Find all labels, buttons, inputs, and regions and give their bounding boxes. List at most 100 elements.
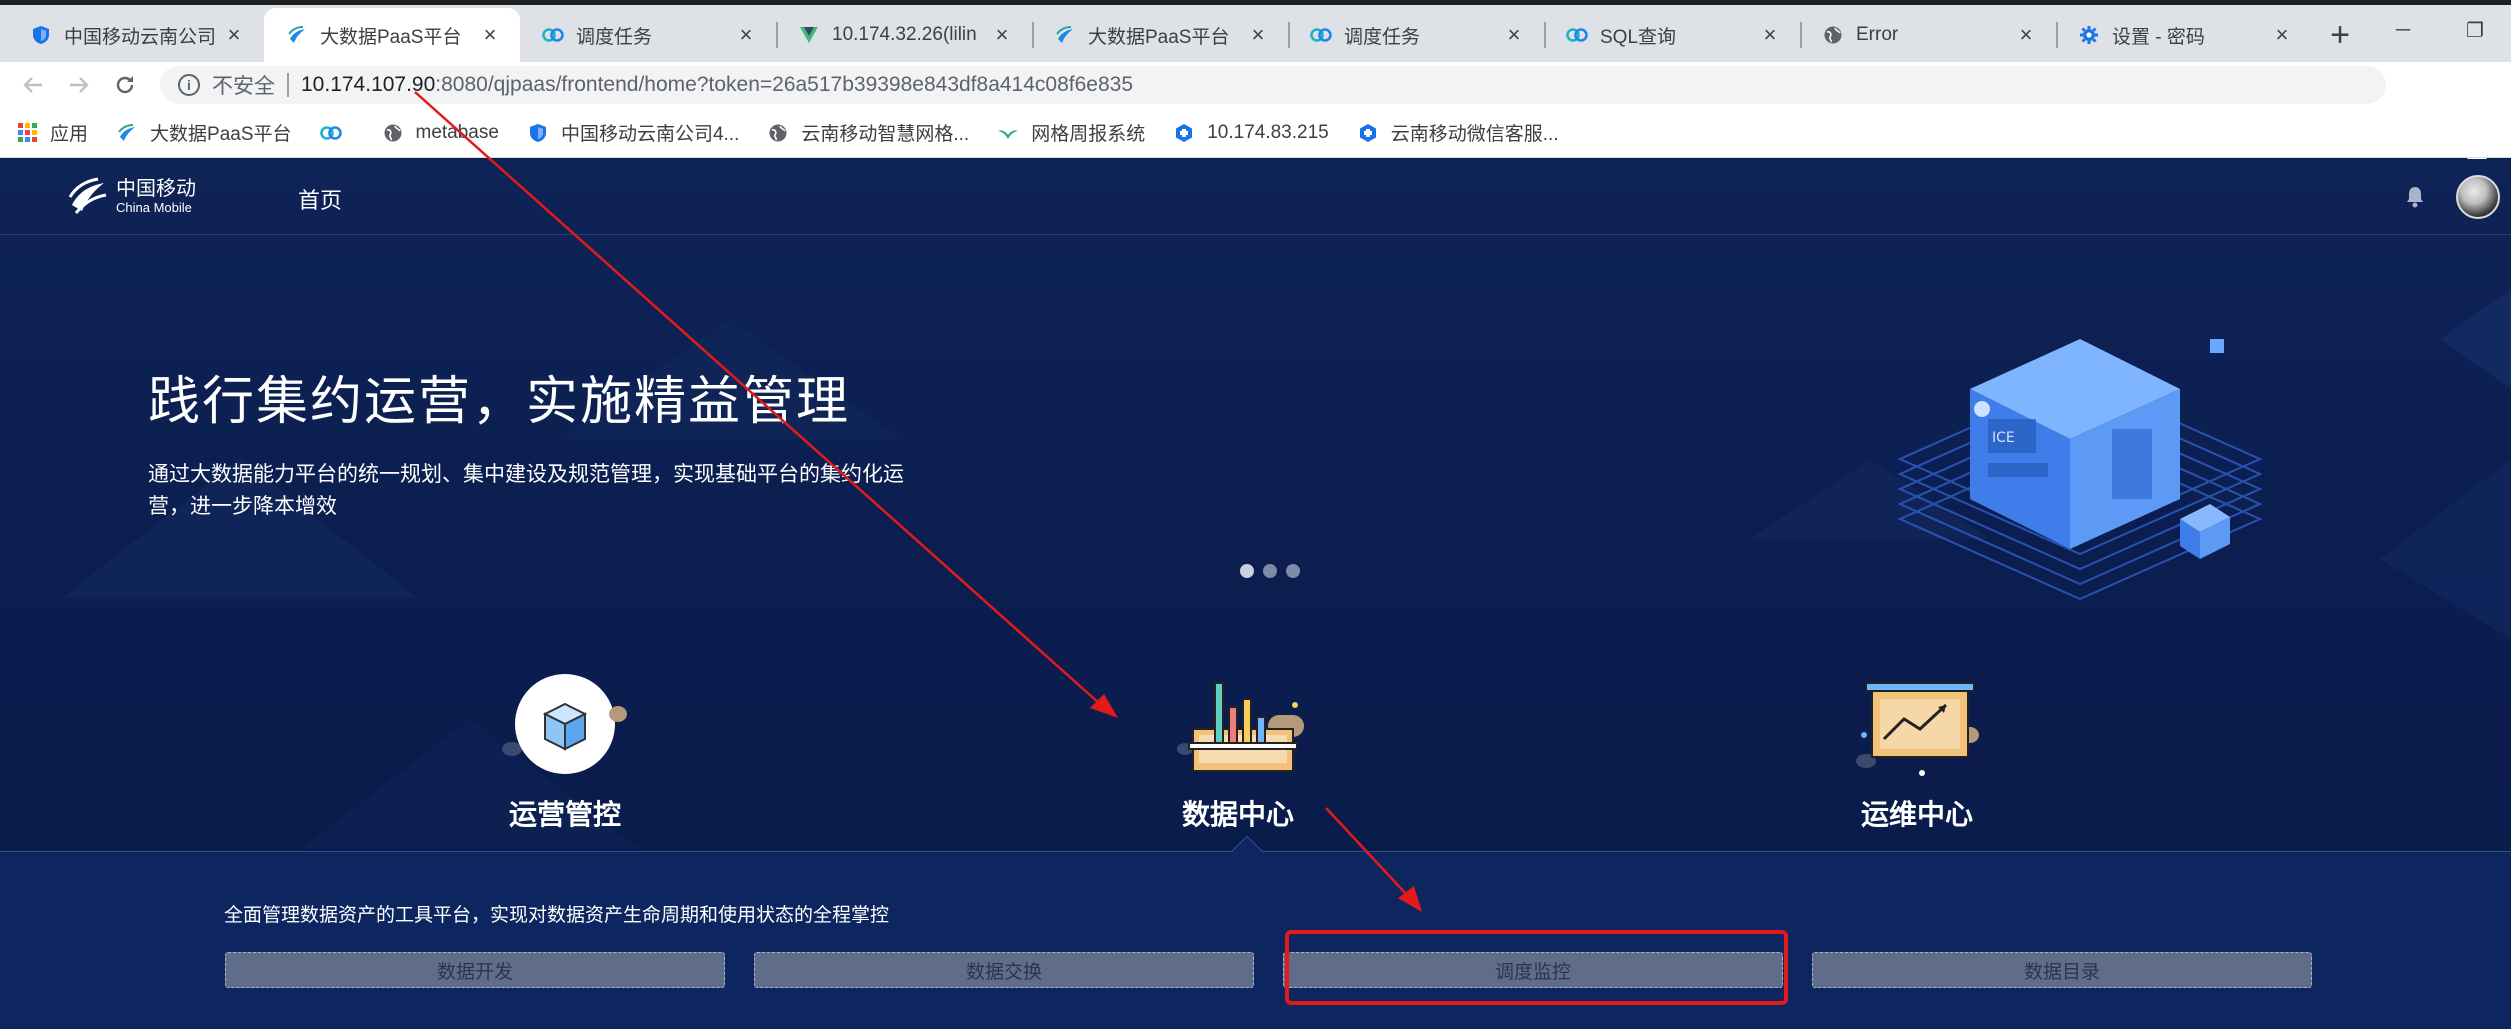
logo-chinese-text: 中国移动	[116, 178, 196, 200]
close-icon[interactable]: ×	[1246, 22, 1270, 47]
apps-grid-icon	[16, 122, 38, 144]
feature-detail-panel: 全面管理数据资产的工具平台，实现对数据资产生命周期和使用状态的全程掌控 数据开发…	[0, 835, 2511, 1029]
bookmark-label: metabase	[415, 121, 499, 143]
url-path: :8080/qjpaas/frontend/home?token=26a517b…	[435, 73, 1134, 96]
new-tab-button[interactable]: +	[2312, 8, 2368, 62]
hero-description-line-1: 通过大数据能力平台的统一规划、集中建设及规范管理，实现基础平台的集约化运	[148, 463, 904, 486]
restore-button[interactable]: ❐	[2439, 5, 2511, 55]
tab-title: 大数据PaaS平台	[320, 26, 462, 48]
security-label: 不安全	[212, 75, 275, 98]
browser-tab[interactable]: SQL查询 ×	[1544, 8, 1800, 62]
data-catalog-button[interactable]: 数据目录	[1812, 952, 2312, 988]
link-icon	[1310, 24, 1332, 46]
notification-bell-icon[interactable]	[2404, 185, 2426, 209]
tab-title: 设置 - 密码	[2112, 26, 2205, 48]
back-button[interactable]	[10, 62, 56, 108]
forward-arrow-icon	[70, 77, 89, 93]
leaf-icon	[997, 122, 1019, 144]
svg-text:ICE: ICE	[1992, 430, 2015, 446]
bookmark-item[interactable]: 云南移动微信客服...	[1357, 119, 1559, 146]
shield-icon	[30, 24, 52, 46]
bookmark-item[interactable]: 应用	[16, 119, 88, 146]
bookmark-item[interactable]: 大数据PaaS平台	[116, 119, 292, 146]
globe-icon	[1822, 24, 1844, 46]
carousel-dot[interactable]	[1240, 564, 1254, 578]
feature-data-center[interactable]: 数据中心	[1138, 669, 1338, 833]
hex-icon	[1173, 122, 1195, 144]
schedule-monitor-button[interactable]: 调度监控	[1283, 952, 1783, 988]
app-page: 中国移动 China Mobile 首页 践行集约运营，实施精益管理 通过大数据…	[0, 159, 2511, 1029]
feature-label: 运维中心	[1860, 799, 1973, 830]
browser-tab[interactable]: 大数据PaaS平台 ×	[264, 8, 520, 62]
carousel-dots	[1240, 564, 1309, 578]
bookmark-item[interactable]: 网格周报系统	[997, 119, 1145, 146]
bookmark-item[interactable]: 中国移动云南公司4...	[527, 119, 739, 146]
close-icon[interactable]: ×	[222, 22, 246, 47]
vue-icon	[798, 24, 820, 46]
browser-tab[interactable]: 中国移动云南公司 ×	[8, 8, 264, 62]
cube-circle-icon	[502, 674, 627, 774]
close-icon[interactable]: ×	[990, 22, 1014, 47]
bookmark-label: 云南移动微信客服...	[1390, 124, 1559, 145]
data-development-button[interactable]: 数据开发	[225, 952, 725, 988]
server-cube-illustration: ICE	[1897, 339, 2263, 601]
info-icon[interactable]: i	[178, 74, 200, 96]
tab-title: 10.174.32.26(lilin	[832, 24, 977, 45]
back-arrow-icon	[23, 77, 42, 93]
globe-icon	[767, 122, 789, 144]
close-icon[interactable]: ×	[1758, 22, 1782, 47]
close-icon[interactable]: ×	[2270, 22, 2294, 47]
tab-title: 大数据PaaS平台	[1088, 26, 1230, 48]
address-bar[interactable]: i 不安全 10.174.107.90:8080/qjpaas/frontend…	[160, 66, 2386, 104]
logo-english-text: China Mobile	[116, 200, 192, 215]
browser-tab[interactable]: 10.174.32.26(lilin ×	[776, 8, 1032, 62]
link-icon	[319, 122, 342, 144]
carousel-dot[interactable]	[1286, 564, 1300, 578]
bookmarks-bar: 应用 大数据PaaS平台 metabase 中国移动云南公司4... 云南移动智慧网格.…	[0, 108, 2511, 158]
close-icon[interactable]: ×	[2014, 22, 2038, 47]
carousel-dot[interactable]	[1263, 564, 1277, 578]
close-icon[interactable]: ×	[478, 22, 502, 47]
bookmark-label: 网格周报系统	[1031, 124, 1146, 145]
reload-icon	[116, 76, 134, 94]
app-header: 中国移动 China Mobile 首页	[0, 159, 2511, 235]
bookmark-item[interactable]: 10.174.83.215	[1173, 122, 1329, 144]
user-avatar[interactable]	[2456, 175, 2500, 219]
bookmark-item[interactable]: metabase	[382, 122, 499, 144]
paas-logo-icon	[116, 122, 138, 144]
hero-title: 践行集约运营，实施精益管理	[148, 373, 851, 431]
feature-ops-control[interactable]: 运营管控	[465, 669, 665, 833]
browser-tab[interactable]: Error ×	[1800, 8, 2056, 62]
browser-tab[interactable]: 大数据PaaS平台 ×	[1032, 8, 1288, 62]
tab-title: Error	[1856, 24, 1899, 45]
feature-label: 数据中心	[1181, 799, 1294, 830]
browser-tab[interactable]: 设置 - 密码 ×	[2056, 8, 2312, 62]
nav-home-link[interactable]: 首页	[298, 183, 342, 215]
paas-logo-icon	[1054, 24, 1076, 46]
link-icon	[1566, 24, 1588, 46]
data-exchange-button[interactable]: 数据交换	[754, 952, 1254, 988]
close-icon[interactable]: ×	[734, 22, 758, 47]
url-host: 10.174.107.90	[301, 73, 436, 96]
reload-button[interactable]	[102, 62, 148, 108]
browser-tab[interactable]: 调度任务 ×	[520, 8, 776, 62]
minimize-button[interactable]: ─	[2367, 5, 2439, 55]
hex-icon	[1357, 122, 1379, 144]
shield-icon	[527, 122, 549, 144]
bookmark-item[interactable]: 云南移动智慧网格...	[767, 119, 969, 146]
forward-button[interactable]	[56, 62, 102, 108]
bookmark-item[interactable]	[319, 122, 354, 144]
feature-label: 运营管控	[508, 799, 621, 830]
china-mobile-logo-icon	[68, 177, 107, 214]
bookmark-label: 大数据PaaS平台	[150, 124, 292, 145]
china-mobile-logo[interactable]: 中国移动 China Mobile	[66, 175, 196, 219]
browser-tab-strip: 中国移动云南公司 × 大数据PaaS平台 × 调度任务 × 10.174.32.26(lil…	[0, 0, 2511, 62]
bookmark-label: 应用	[50, 124, 89, 145]
browser-toolbar: i 不安全 10.174.107.90:8080/qjpaas/frontend…	[0, 62, 2511, 162]
link-icon	[542, 24, 564, 46]
feature-ops-center[interactable]: 运维中心	[1817, 669, 2017, 833]
bookmark-label: 云南移动智慧网格...	[801, 124, 970, 145]
close-icon[interactable]: ×	[1502, 22, 1526, 47]
trend-chart-board-icon	[1856, 682, 1979, 776]
browser-tab[interactable]: 调度任务 ×	[1288, 8, 1544, 62]
